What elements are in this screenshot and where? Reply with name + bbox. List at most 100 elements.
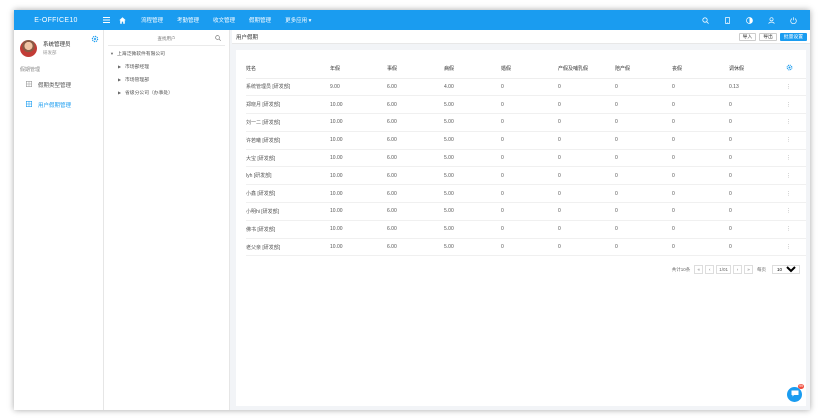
leave-value-cell: 6.00 [387, 166, 444, 186]
export-button[interactable]: 导出 [759, 32, 777, 41]
leave-value-cell: 0 [501, 220, 558, 239]
per-page-label: 每页 [757, 266, 766, 272]
search-icon[interactable] [694, 10, 716, 30]
table-row[interactable]: 系统管理员 [研发部] 9.00 6.00 4.00 0 0 0 0 0.13 ⋮ [246, 78, 806, 97]
menu-item-workflow[interactable]: 流程管理 [141, 16, 163, 24]
leave-value-cell: 0 [729, 166, 786, 186]
tree-node-label: 市场管理部 [125, 78, 149, 83]
batch-settings-button[interactable]: 批量设置 [779, 32, 807, 41]
column-header[interactable]: 病假 [444, 60, 501, 79]
leave-value-cell: 0 [558, 202, 615, 221]
row-actions-icon[interactable]: ⋮ [786, 131, 806, 150]
theme-icon[interactable] [738, 10, 760, 30]
row-actions-icon[interactable]: ⋮ [786, 202, 806, 221]
table-row[interactable]: 小明hi [研发部] 10.00 6.00 5.00 0 0 0 0 0 ⋮ [246, 202, 806, 221]
caret-down-icon[interactable]: ▼ [110, 51, 117, 56]
table-header-row: 姓名 年假 事假 病假 婚假 产假及哺乳假 陪产假 丧假 调休假 [246, 60, 806, 79]
column-header[interactable]: 产假及哺乳假 [558, 60, 615, 79]
row-actions-icon[interactable]: ⋮ [786, 113, 806, 132]
power-icon[interactable] [782, 10, 804, 30]
leave-value-cell: 9.00 [330, 78, 387, 97]
column-header[interactable]: 事假 [387, 60, 444, 79]
leave-value-cell: 5.00 [444, 202, 501, 221]
gear-icon[interactable] [786, 64, 793, 73]
settings-icon[interactable] [91, 35, 99, 45]
leave-value-cell: 6.00 [387, 149, 444, 168]
leave-value-cell: 10.00 [330, 184, 387, 204]
tree-node[interactable]: ▶ 市场管理部 [104, 70, 229, 83]
column-header[interactable]: 陪产假 [615, 60, 672, 79]
menu-item-documents[interactable]: 收文管理 [213, 16, 235, 24]
tree-node-label: 上海泛微软件有限公司 [117, 52, 165, 57]
row-actions-icon[interactable]: ⋮ [786, 166, 806, 186]
column-header[interactable]: 调休假 [729, 60, 786, 79]
caret-right-icon[interactable]: ▶ [118, 90, 125, 95]
user-name: 系统管理员 [43, 41, 71, 48]
tree-node[interactable]: ▶ 省级分公司（办事处） [104, 83, 229, 96]
sidebar-item-leave-types[interactable]: 假期类型管理 [14, 77, 103, 93]
leave-value-cell: 5.00 [444, 95, 501, 115]
column-header[interactable]: 年假 [330, 60, 387, 79]
leave-value-cell: 0 [501, 149, 558, 168]
user-name-cell: 佛书 [研发部] [246, 220, 330, 239]
row-actions-icon[interactable]: ⋮ [786, 184, 806, 204]
main-content: 用户假期 导入 导出 批量设置 姓名 年假 事假 病假 婚假 产假及哺乳假 陪产… [232, 30, 810, 410]
table-row[interactable]: 大宝 [研发部] 10.00 6.00 5.00 0 0 0 0 0 ⋮ [246, 149, 806, 168]
leave-value-cell: 0 [615, 238, 672, 257]
user-icon[interactable] [760, 10, 782, 30]
caret-right-icon[interactable]: ▶ [118, 77, 125, 82]
leave-value-cell: 0 [558, 113, 615, 132]
row-actions-icon[interactable]: ⋮ [786, 95, 806, 115]
chat-button[interactable]: 99 [787, 384, 804, 402]
import-button[interactable]: 导入 [738, 32, 757, 41]
menu-icon[interactable] [98, 10, 114, 30]
menu-item-leave[interactable]: 假期管理 [249, 16, 271, 24]
table-row[interactable]: lyh [研发部] 10.00 6.00 5.00 0 0 0 0 0 ⋮ [246, 166, 806, 186]
first-page-button[interactable]: « [694, 265, 704, 274]
row-actions-icon[interactable]: ⋮ [786, 78, 806, 97]
leave-value-cell: 0 [672, 166, 729, 186]
per-page-select[interactable]: 10 [772, 265, 800, 274]
leave-value-cell: 6.00 [387, 184, 444, 204]
page-indicator[interactable]: 1/01 [716, 265, 731, 274]
row-actions-icon[interactable]: ⋮ [786, 149, 806, 168]
table-row[interactable]: 刘一二 [研发部] 10.00 6.00 5.00 0 0 0 0 0 ⋮ [246, 113, 806, 132]
last-page-button[interactable]: » [744, 265, 753, 274]
leave-value-cell: 0 [615, 131, 672, 150]
table-row[interactable]: 小鑫 [研发部] 10.00 6.00 5.00 0 0 0 0 0 ⋮ [246, 184, 806, 204]
mobile-icon[interactable] [716, 10, 738, 30]
leave-value-cell: 0 [672, 149, 729, 168]
row-actions-icon[interactable]: ⋮ [786, 238, 806, 257]
leave-value-cell: 0 [501, 184, 558, 204]
next-page-button[interactable]: › [733, 265, 742, 274]
table-row[interactable]: 许若曦 [研发部] 10.00 6.00 5.00 0 0 0 0 0 ⋮ [246, 131, 806, 150]
search-icon[interactable] [215, 35, 221, 43]
table-row[interactable]: 佛书 [研发部] 10.00 6.00 5.00 0 0 0 0 0 ⋮ [246, 220, 806, 239]
menu-item-more-apps[interactable]: 更多应用 ▾ [285, 16, 311, 24]
user-search-input[interactable] [121, 36, 212, 41]
column-settings[interactable] [786, 60, 806, 79]
menu-item-attendance[interactable]: 考勤管理 [177, 16, 199, 24]
leave-value-cell: 0 [558, 95, 615, 115]
column-header[interactable]: 丧假 [672, 60, 729, 79]
table-row[interactable]: 郑晓月 [研发部] 10.00 6.00 5.00 0 0 0 0 0 ⋮ [246, 95, 806, 115]
column-header[interactable]: 婚假 [501, 60, 558, 79]
tree-node[interactable]: ▶ 市场部经理 [104, 57, 229, 70]
row-actions-icon[interactable]: ⋮ [786, 220, 806, 239]
prev-page-button[interactable]: ‹ [705, 265, 715, 274]
leave-value-cell: 0 [672, 220, 729, 239]
sidebar-item-user-leave[interactable]: 用户假期管理 [14, 97, 103, 113]
avatar[interactable] [20, 40, 37, 57]
user-name-cell: 郑晓月 [研发部] [246, 95, 330, 115]
user-profile: 系统管理员 研发部 [14, 30, 103, 60]
column-header[interactable]: 姓名 [246, 60, 330, 79]
home-icon[interactable] [114, 10, 130, 30]
leave-value-cell: 6.00 [387, 113, 444, 132]
leave-value-cell: 10.00 [330, 202, 387, 221]
table-row[interactable]: 老父亲 [研发部] 10.00 6.00 5.00 0 0 0 0 0 ⋮ [246, 238, 806, 257]
caret-right-icon[interactable]: ▶ [118, 64, 125, 69]
leave-value-cell: 0 [615, 220, 672, 239]
tree-root-node[interactable]: ▼ 上海泛微软件有限公司 [104, 46, 229, 57]
leave-value-cell: 0 [672, 95, 729, 115]
sidebar-item-label: 用户假期管理 [38, 103, 72, 109]
